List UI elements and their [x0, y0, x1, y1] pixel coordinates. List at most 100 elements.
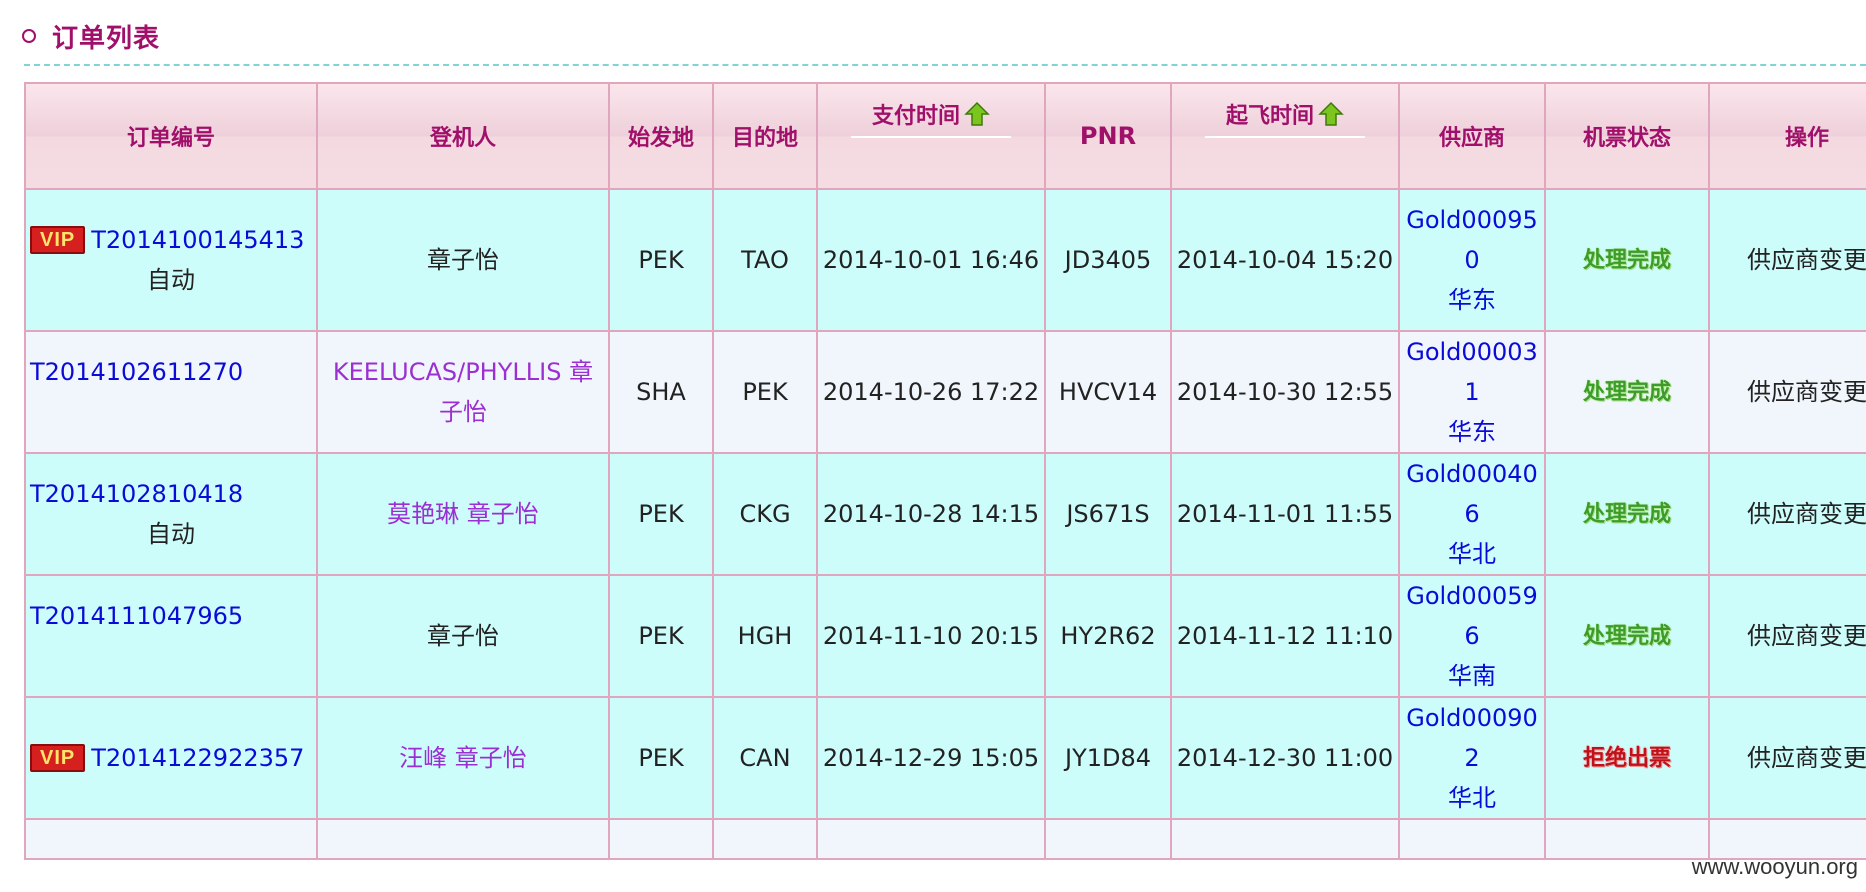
- supplier-cell: Gold000950 华东: [1398, 188, 1546, 332]
- passenger-cell: 章子怡: [316, 574, 610, 698]
- change-supplier-link[interactable]: 供应商变更: [1747, 500, 1866, 528]
- col-header-pay-time[interactable]: 支付时间: [816, 82, 1046, 190]
- depart-time-cell: 2014-10-30 12:55: [1170, 330, 1400, 454]
- change-supplier-link[interactable]: 供应商变更: [1747, 246, 1866, 274]
- supplier-link[interactable]: Gold000950: [1406, 206, 1538, 274]
- supplier-link[interactable]: Gold000031: [1406, 338, 1538, 406]
- ticket-status-cell: [1544, 818, 1710, 860]
- pay-time-cell: 2014-12-29 15:05: [816, 696, 1046, 820]
- passenger-cell: [316, 818, 610, 860]
- pnr-cell: JY1D84: [1044, 696, 1172, 820]
- depart-time-cell: [1170, 818, 1400, 860]
- ticket-status-cell: 处理完成: [1544, 330, 1710, 454]
- status-badge: 拒绝出票: [1582, 746, 1671, 771]
- supplier-cell: Gold000406 华北: [1398, 452, 1546, 576]
- supplier-region: 华东: [1448, 418, 1496, 446]
- action-cell: 供应商变更: [1708, 574, 1866, 698]
- status-badge: 处理完成: [1582, 248, 1671, 273]
- status-badge: 处理完成: [1582, 624, 1671, 649]
- order-number-link[interactable]: T2014122922357: [91, 744, 304, 772]
- depart-time-cell: 2014-11-12 11:10: [1170, 574, 1400, 698]
- table-row: T2014111047965 章子怡 PEK HGH 2014-11-10 20…: [24, 574, 1866, 698]
- table-header-row: 订单编号 登机人 始发地 目的地 支付时间 PNR 起飞时间 供应商 机票状态 …: [24, 82, 1866, 190]
- origin-cell: PEK: [608, 696, 714, 820]
- action-cell: 供应商变更: [1708, 452, 1866, 576]
- ticket-status-cell: 处理完成: [1544, 452, 1710, 576]
- destination-cell: CKG: [712, 452, 818, 576]
- supplier-link[interactable]: Gold000406: [1406, 460, 1538, 528]
- destination-cell: [712, 818, 818, 860]
- col-header-supplier: 供应商: [1398, 82, 1546, 190]
- passenger-link[interactable]: 莫艳琳 章子怡: [387, 500, 539, 528]
- order-number-link[interactable]: T2014102611270: [30, 358, 243, 386]
- action-cell: 供应商变更: [1708, 696, 1866, 820]
- supplier-cell: Gold000031 华东: [1398, 330, 1546, 454]
- pay-time-cell: 2014-10-01 16:46: [816, 188, 1046, 332]
- order-number-link[interactable]: T2014100145413: [91, 226, 304, 254]
- pay-time-sort-label[interactable]: 支付时间: [872, 98, 960, 130]
- passenger-link[interactable]: KEELUCAS/PHYLLIS 章子怡: [333, 358, 593, 426]
- table-row: [24, 818, 1866, 860]
- order-cell: T2014102810418 自动: [24, 452, 318, 576]
- destination-cell: CAN: [712, 696, 818, 820]
- change-supplier-link[interactable]: 供应商变更: [1747, 378, 1866, 406]
- origin-cell: [608, 818, 714, 860]
- depart-time-cell: 2014-12-30 11:00: [1170, 696, 1400, 820]
- depart-time-sort-label[interactable]: 起飞时间: [1226, 98, 1314, 130]
- sort-up-arrow-icon[interactable]: [964, 101, 990, 127]
- supplier-cell: Gold000902 华北: [1398, 696, 1546, 820]
- table-row: VIP T2014122922357 汪峰 章子怡 PEK CAN 2014-12…: [24, 696, 1866, 820]
- col-header-destination: 目的地: [712, 82, 818, 190]
- pnr-cell: JS671S: [1044, 452, 1172, 576]
- supplier-link[interactable]: Gold000902: [1406, 704, 1538, 772]
- pay-time-cell: 2014-11-10 20:15: [816, 574, 1046, 698]
- ticket-status-cell: 处理完成: [1544, 574, 1710, 698]
- origin-cell: PEK: [608, 188, 714, 332]
- vip-badge: VIP: [30, 744, 86, 772]
- supplier-cell: Gold000596 华南: [1398, 574, 1546, 698]
- destination-cell: PEK: [712, 330, 818, 454]
- order-auto-label: 自动: [147, 520, 195, 548]
- col-header-passenger: 登机人: [316, 82, 610, 190]
- ticket-status-cell: 拒绝出票: [1544, 696, 1710, 820]
- vip-badge: VIP: [30, 226, 86, 254]
- col-header-ticket-status: 机票状态: [1544, 82, 1710, 190]
- depart-time-cell: 2014-10-04 15:20: [1170, 188, 1400, 332]
- change-supplier-link[interactable]: 供应商变更: [1747, 622, 1866, 650]
- pnr-cell: JD3405: [1044, 188, 1172, 332]
- supplier-region: 华北: [1448, 784, 1496, 812]
- origin-cell: SHA: [608, 330, 714, 454]
- supplier-region: 华北: [1448, 540, 1496, 568]
- passenger-cell: KEELUCAS/PHYLLIS 章子怡: [316, 330, 610, 454]
- ticket-status-cell: 处理完成: [1544, 188, 1710, 332]
- col-header-order-no: 订单编号: [24, 82, 318, 190]
- supplier-cell: [1398, 818, 1546, 860]
- watermark: www.wooyun.org: [1691, 854, 1858, 879]
- change-supplier-link[interactable]: 供应商变更: [1747, 744, 1866, 772]
- order-cell: VIP T2014100145413 自动: [24, 188, 318, 332]
- supplier-link[interactable]: Gold000596: [1406, 582, 1538, 650]
- col-header-origin: 始发地: [608, 82, 714, 190]
- passenger-link[interactable]: 汪峰 章子怡: [399, 744, 527, 772]
- order-cell: T2014102611270: [24, 330, 318, 454]
- action-cell: [1708, 818, 1866, 860]
- sort-up-arrow-icon[interactable]: [1318, 101, 1344, 127]
- pay-time-cell: [816, 818, 1046, 860]
- divider: [24, 64, 1866, 66]
- orders-table: 订单编号 登机人 始发地 目的地 支付时间 PNR 起飞时间 供应商 机票状态 …: [24, 82, 1866, 860]
- passenger-cell: 章子怡: [316, 188, 610, 332]
- supplier-region: 华南: [1448, 662, 1496, 690]
- order-number-link[interactable]: T2014102810418: [30, 480, 243, 508]
- order-cell: [24, 818, 318, 860]
- passenger-cell: 莫艳琳 章子怡: [316, 452, 610, 576]
- pay-time-cell: 2014-10-28 14:15: [816, 452, 1046, 576]
- table-row: T2014102810418 自动 莫艳琳 章子怡 PEK CKG 2014-1…: [24, 452, 1866, 576]
- col-header-depart-time[interactable]: 起飞时间: [1170, 82, 1400, 190]
- depart-time-cell: 2014-11-01 11:55: [1170, 452, 1400, 576]
- table-row: VIP T2014100145413 自动 章子怡 PEK TAO 2014-10…: [24, 188, 1866, 332]
- circle-bullet-icon: [22, 29, 36, 43]
- destination-cell: HGH: [712, 574, 818, 698]
- col-header-action: 操作: [1708, 82, 1866, 190]
- order-number-link[interactable]: T2014111047965: [30, 602, 243, 630]
- pnr-cell: [1044, 818, 1172, 860]
